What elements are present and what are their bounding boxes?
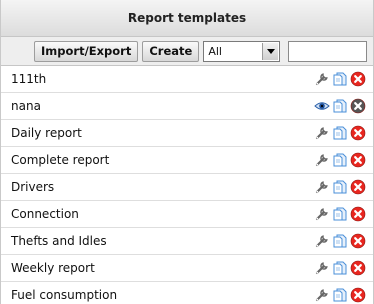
copy-icon[interactable]	[332, 179, 348, 195]
row-actions	[314, 71, 373, 87]
delete-icon[interactable]	[350, 179, 366, 195]
delete-icon[interactable]	[350, 98, 366, 114]
template-name[interactable]: Fuel consumption	[1, 288, 314, 302]
template-name[interactable]: nana	[1, 99, 314, 113]
template-name[interactable]: Complete report	[1, 153, 314, 167]
copy-icon[interactable]	[332, 98, 348, 114]
delete-icon[interactable]	[350, 287, 366, 303]
edit-wrench-icon[interactable]	[314, 233, 330, 249]
toolbar: Import/Export Create All	[1, 37, 373, 66]
delete-icon[interactable]	[350, 260, 366, 276]
delete-icon[interactable]	[350, 71, 366, 87]
copy-icon[interactable]	[332, 71, 348, 87]
edit-wrench-icon[interactable]	[314, 260, 330, 276]
row-actions	[314, 125, 373, 141]
template-row[interactable]: 111th	[1, 66, 373, 93]
template-name[interactable]: Daily report	[1, 126, 314, 140]
template-name[interactable]: Connection	[1, 207, 314, 221]
edit-wrench-icon[interactable]	[314, 71, 330, 87]
copy-icon[interactable]	[332, 206, 348, 222]
filter-select-value: All	[208, 44, 222, 58]
template-row[interactable]: Complete report	[1, 147, 373, 174]
copy-icon[interactable]	[332, 233, 348, 249]
template-row[interactable]: Connection	[1, 201, 373, 228]
row-actions	[314, 287, 373, 303]
copy-icon[interactable]	[332, 125, 348, 141]
report-templates-panel: Report templates Import/Export Create Al…	[0, 0, 374, 304]
row-actions	[314, 206, 373, 222]
delete-icon[interactable]	[350, 206, 366, 222]
template-name[interactable]: Weekly report	[1, 261, 314, 275]
copy-icon[interactable]	[332, 287, 348, 303]
template-name[interactable]: 111th	[1, 72, 314, 86]
template-name[interactable]: Drivers	[1, 180, 314, 194]
template-row[interactable]: Thefts and Idles	[1, 228, 373, 255]
edit-wrench-icon[interactable]	[314, 179, 330, 195]
delete-icon[interactable]	[350, 233, 366, 249]
template-row[interactable]: Weekly report	[1, 255, 373, 282]
template-row[interactable]: nana	[1, 93, 373, 120]
template-row[interactable]: Drivers	[1, 174, 373, 201]
edit-wrench-icon[interactable]	[314, 206, 330, 222]
edit-wrench-icon[interactable]	[314, 287, 330, 303]
template-list: 111th nana Daily report Complete report Driv…	[1, 66, 373, 304]
template-row[interactable]: Fuel consumption	[1, 282, 373, 304]
row-actions	[314, 233, 373, 249]
edit-wrench-icon[interactable]	[314, 125, 330, 141]
row-actions	[314, 98, 373, 114]
view-eye-icon[interactable]	[314, 98, 330, 114]
filter-select[interactable]: All	[203, 40, 281, 62]
search-input[interactable]	[288, 40, 368, 62]
copy-icon[interactable]	[332, 152, 348, 168]
import-export-button[interactable]: Import/Export	[34, 40, 139, 62]
template-row[interactable]: Daily report	[1, 120, 373, 147]
delete-icon[interactable]	[350, 125, 366, 141]
panel-title: Report templates	[1, 0, 373, 37]
template-name[interactable]: Thefts and Idles	[1, 234, 314, 248]
edit-wrench-icon[interactable]	[314, 152, 330, 168]
chevron-down-icon[interactable]	[262, 42, 279, 60]
copy-icon[interactable]	[332, 260, 348, 276]
row-actions	[314, 179, 373, 195]
row-actions	[314, 152, 373, 168]
create-button[interactable]: Create	[142, 40, 200, 62]
row-actions	[314, 260, 373, 276]
delete-icon[interactable]	[350, 152, 366, 168]
